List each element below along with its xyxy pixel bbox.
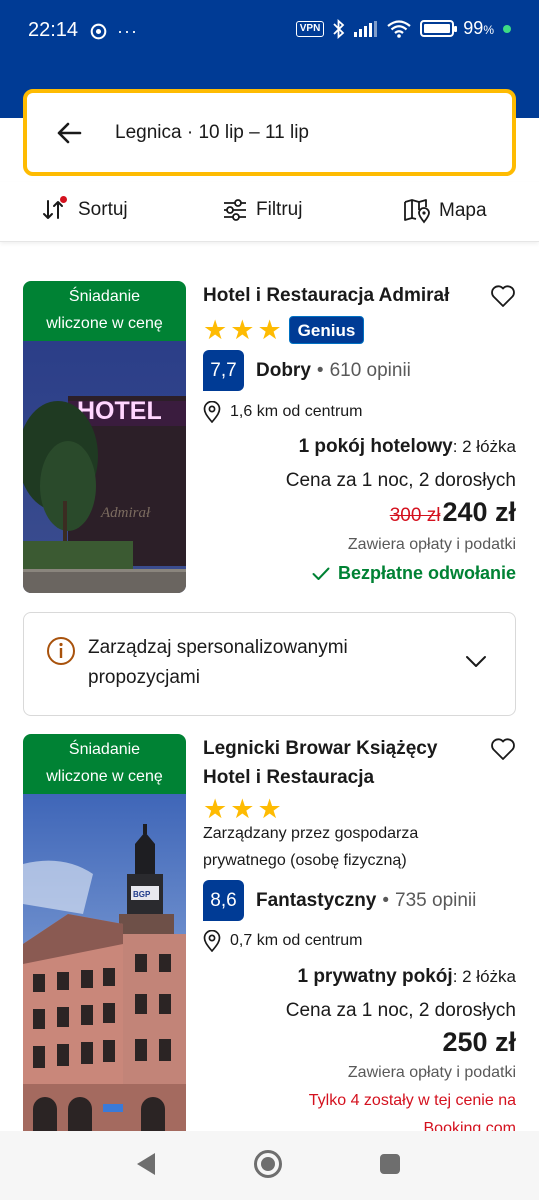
hotel-name[interactable]: Hotel i Restauracja Admirał xyxy=(203,281,473,310)
price-for-text: Cena za 1 noc, 2 dorosłych xyxy=(285,470,516,491)
search-summary-box[interactable]: Legnica · 10 lip – 11 lip xyxy=(23,89,516,176)
price-row: 300 zł 240 zł xyxy=(390,497,516,528)
star-rating: ★ ★ ★ Genius xyxy=(203,315,365,345)
wishlist-button[interactable] xyxy=(490,284,516,313)
signal-icon xyxy=(354,20,378,37)
nav-recents-button[interactable] xyxy=(378,1152,402,1181)
hotel-thumbnail[interactable]: Śniadanie wliczone w cenę BGP xyxy=(23,734,186,1134)
chrome-icon xyxy=(90,23,107,40)
check-icon xyxy=(312,567,330,580)
personalized-title-line2: propozycjami xyxy=(88,667,200,688)
old-price: 300 zł xyxy=(389,505,441,526)
sort-label[interactable]: Sortuj xyxy=(78,199,128,221)
review-score-word: Dobry xyxy=(256,359,311,381)
free-cancellation: Bezpłatne odwołanie xyxy=(312,563,516,584)
separator-dot: • xyxy=(316,359,324,381)
hotel-name[interactable]: Legnicki Browar Książęcy Hotel i Restaur… xyxy=(203,734,473,792)
system-nav-bar xyxy=(0,1131,539,1200)
room-info: 1 prywatny pokój: 2 łóżka xyxy=(297,966,516,987)
triangle-back-icon xyxy=(137,1153,155,1175)
location-pin-icon xyxy=(203,930,221,952)
battery-unit: % xyxy=(483,23,494,37)
hotel-sign-text: HOTEL xyxy=(77,397,162,425)
arrow-left-icon xyxy=(57,122,82,143)
nav-home-button[interactable] xyxy=(253,1149,283,1184)
search-summary-text[interactable]: Legnica · 10 lip – 11 lip xyxy=(115,122,309,144)
filter-button[interactable]: Filtruj xyxy=(222,198,302,222)
map-icon xyxy=(404,199,430,224)
hotel-thumbnail[interactable]: Śniadanie wliczone w cenę HOTEL Admirał xyxy=(23,281,186,593)
price-for-text: Cena za 1 noc, 2 dorosłych xyxy=(285,1000,516,1021)
hotel-card[interactable]: Śniadanie wliczone w cenę HOTEL Admirał … xyxy=(23,281,516,593)
review-count: 735 opinii xyxy=(395,889,477,911)
star-rating: ★ ★ ★ xyxy=(203,794,282,824)
distance-row: 0,7 km od centrum xyxy=(203,930,363,952)
separator-dot: • xyxy=(382,889,390,911)
review-score-row: 7,7 Dobry • 610 opinii xyxy=(203,350,411,391)
more-notifications-icon: ··· xyxy=(117,21,138,41)
battery-level xyxy=(424,24,451,33)
hotel-script-text: Admirał xyxy=(100,505,151,521)
taxes-note: Zawiera opłaty i podatki xyxy=(347,1064,516,1081)
current-price: 240 zł xyxy=(442,497,516,527)
review-count: 610 opinii xyxy=(329,359,411,381)
breakfast-badge: Śniadanie wliczone w cenę xyxy=(23,281,186,341)
heart-icon xyxy=(491,738,515,760)
genius-badge: Genius xyxy=(288,316,365,344)
results-toolbar: Sortuj Filtruj Mapa xyxy=(0,182,539,242)
distance-text: 1,6 km od centrum xyxy=(230,403,363,420)
review-score-word: Fantastyczny xyxy=(256,889,377,911)
nav-back-button[interactable] xyxy=(135,1151,157,1182)
info-icon xyxy=(47,637,75,665)
breakfast-badge: Śniadanie wliczone w cenę xyxy=(23,734,186,794)
review-score-badge: 7,7 xyxy=(203,350,244,391)
status-bar: 22:14 ··· VPN 99% xyxy=(0,0,539,62)
wishlist-button[interactable] xyxy=(490,737,516,766)
distance-row: 1,6 km od centrum xyxy=(203,401,363,423)
room-info: 1 pokój hotelowy: 2 łóżka xyxy=(298,436,516,457)
building-sign-text: BGP xyxy=(133,890,151,899)
review-score-row: 8,6 Fantastyczny • 735 opinii xyxy=(203,880,476,921)
star-icon: ★ xyxy=(257,315,282,345)
location-pin-icon xyxy=(203,401,221,423)
sort-button[interactable]: Sortuj xyxy=(42,196,128,222)
star-icon: ★ xyxy=(230,315,255,345)
heart-icon xyxy=(491,285,515,307)
filter-sliders-icon xyxy=(224,199,246,221)
review-score-badge: 8,6 xyxy=(203,880,244,921)
square-recents-icon xyxy=(380,1154,400,1174)
hotel-photo: HOTEL Admirał xyxy=(23,341,186,593)
sort-active-dot xyxy=(60,196,67,203)
hotel-photo: BGP xyxy=(23,794,186,1134)
map-button[interactable]: Mapa xyxy=(403,198,487,224)
host-info: Zarządzany przez gospodarza prywatnego (… xyxy=(203,825,419,869)
distance-text: 0,7 km od centrum xyxy=(230,932,363,949)
bluetooth-icon xyxy=(333,18,345,39)
personalized-title-line1: Zarządzaj spersonalizowanymi xyxy=(88,637,348,658)
circle-home-icon xyxy=(254,1150,282,1178)
status-time: 22:14 xyxy=(28,19,79,41)
map-label[interactable]: Mapa xyxy=(439,200,487,222)
star-icon: ★ xyxy=(230,794,255,824)
wifi-icon xyxy=(387,19,411,38)
star-icon: ★ xyxy=(257,794,282,824)
chevron-down-icon[interactable] xyxy=(465,655,487,669)
battery-percent: 99 xyxy=(463,18,484,38)
star-icon: ★ xyxy=(203,315,228,345)
taxes-note: Zawiera opłaty i podatki xyxy=(347,536,516,553)
back-button[interactable] xyxy=(29,122,109,144)
personalized-recommendations[interactable]: Zarządzaj spersonalizowanymi propozycjam… xyxy=(23,612,516,716)
privacy-indicator-icon xyxy=(503,24,511,33)
vpn-icon: VPN xyxy=(295,20,325,37)
star-icon: ★ xyxy=(203,794,228,824)
hotel-card[interactable]: Śniadanie wliczone w cenę BGP Legnicki B… xyxy=(23,734,516,1137)
filter-label[interactable]: Filtruj xyxy=(256,199,302,221)
battery-icon xyxy=(420,20,458,37)
current-price: 250 zł xyxy=(442,1027,516,1057)
